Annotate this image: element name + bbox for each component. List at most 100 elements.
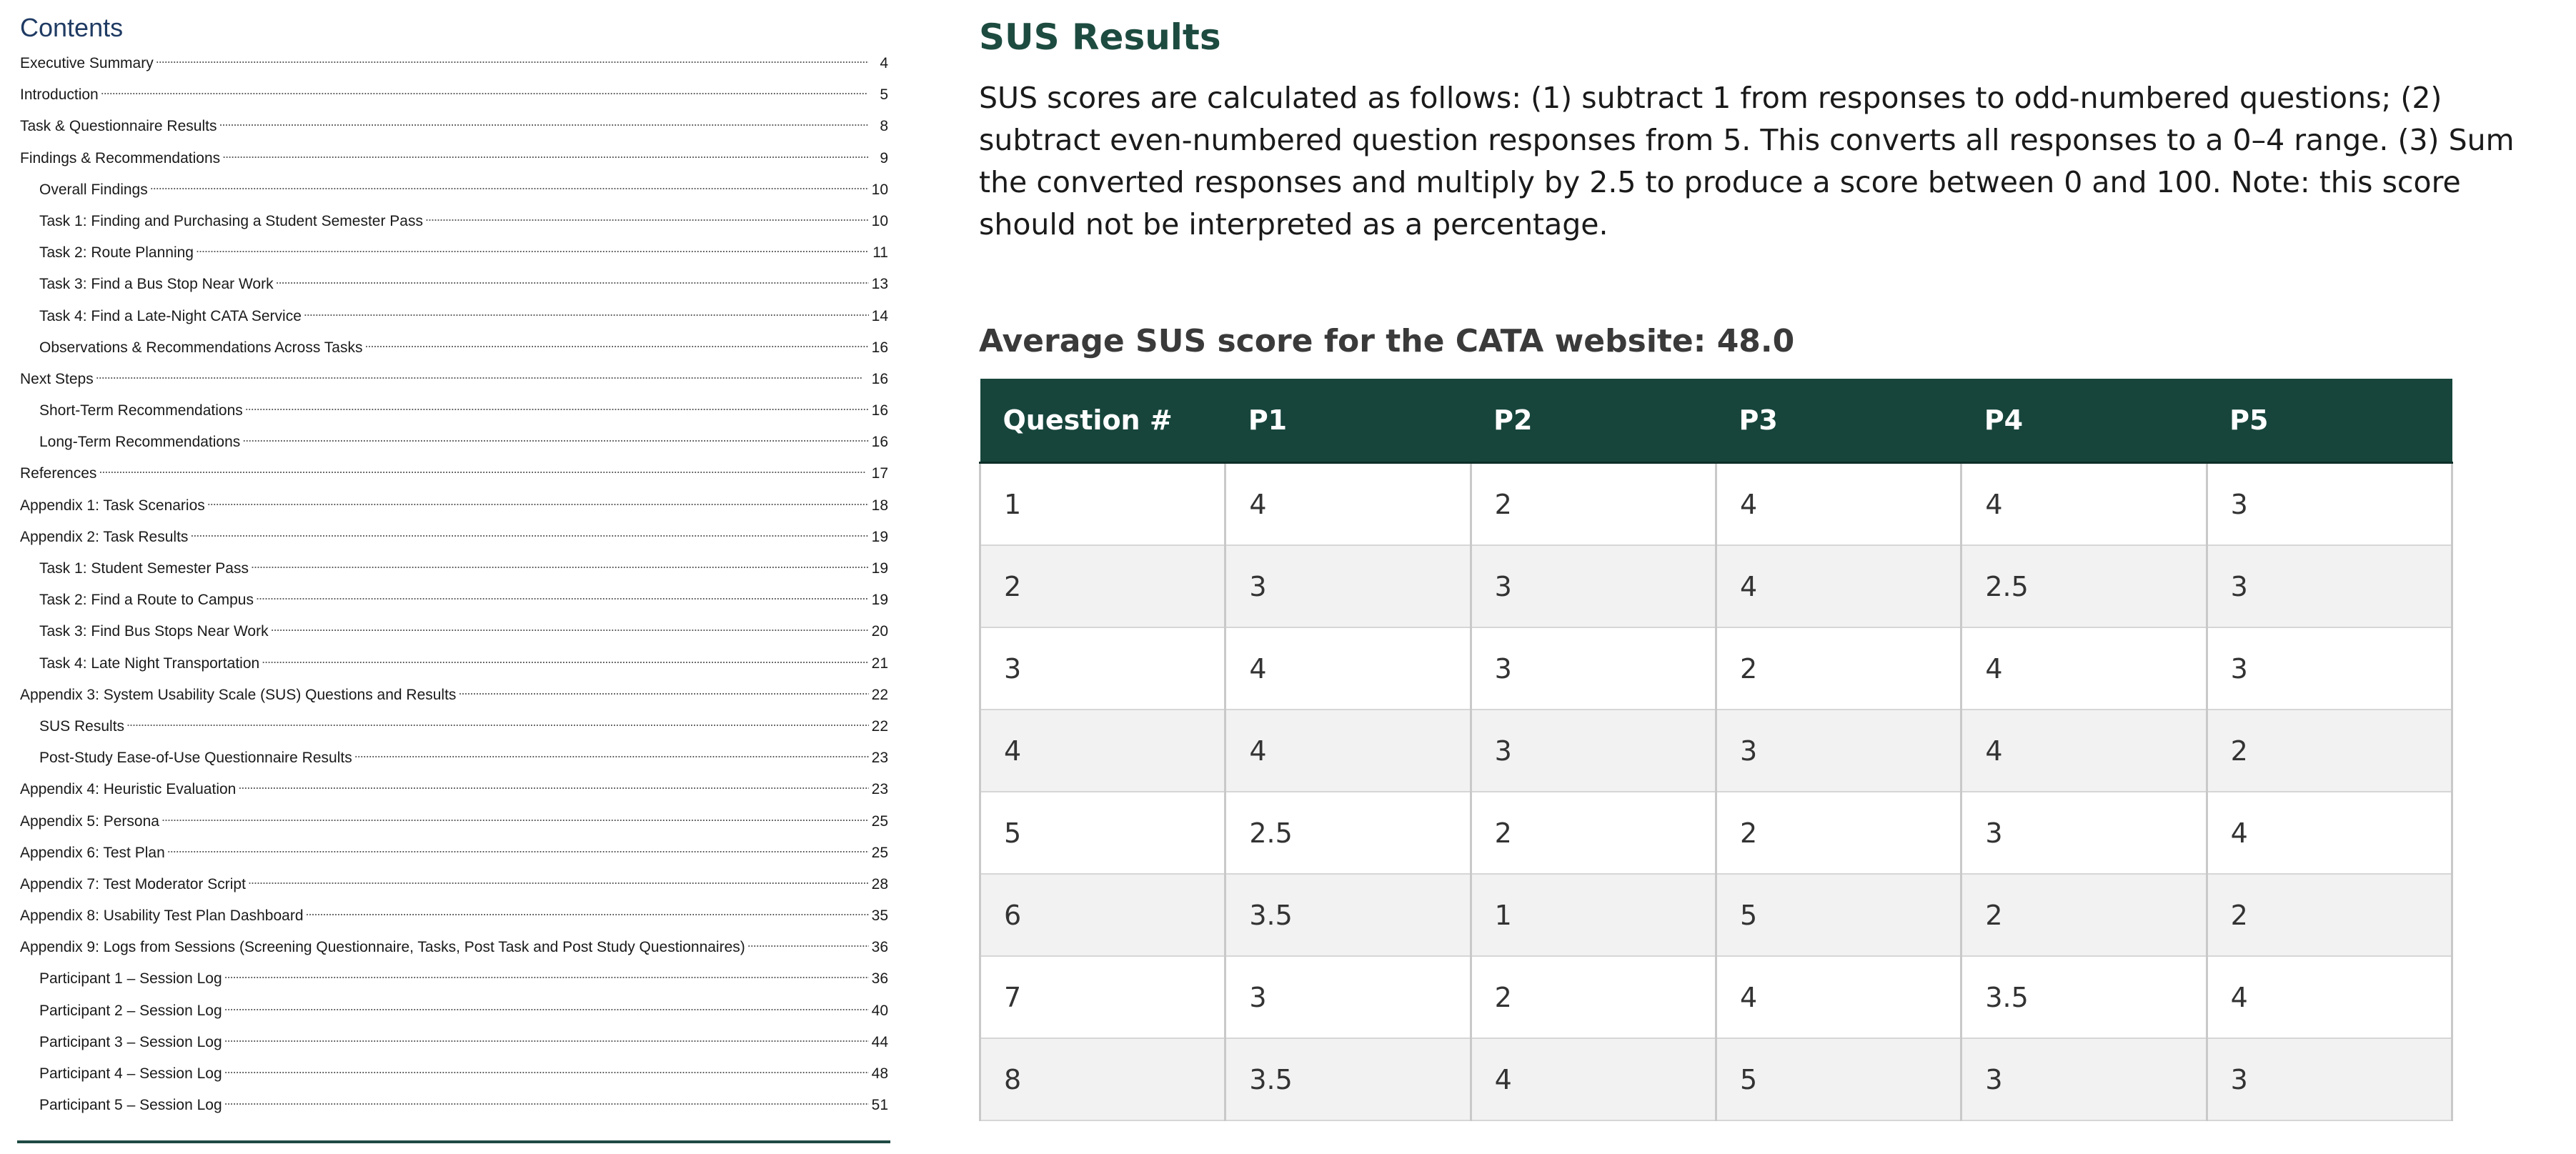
score-cell: 3 [2205, 627, 2454, 710]
toc-entry-page: 16 [871, 402, 888, 419]
toc-entry-title: Participant 3 – Session Log [39, 1033, 222, 1050]
toc-entry[interactable]: SUS Results 22 [20, 716, 888, 747]
column-header: P3 [1716, 379, 1961, 464]
toc-entry-page: 16 [871, 434, 888, 451]
toc-entry[interactable]: Participant 4 – Session Log 48 [20, 1063, 888, 1095]
table-row: 6 3.5 1 5 2 2 [978, 874, 2454, 957]
toc-entry-title: Appendix 3: System Usability Scale (SUS)… [20, 686, 457, 703]
toc-entry[interactable]: Task & Questionnaire Results 8 [20, 116, 888, 147]
question-number-cell: 3 [978, 627, 1225, 710]
toc-entry-title: Short-Term Recommendations [39, 402, 243, 419]
toc-entry[interactable]: Participant 2 – Session Log 40 [20, 1000, 888, 1032]
score-cell: 1 [1469, 874, 1716, 957]
toc-dot-leader [425, 212, 869, 227]
toc-entry-page: 36 [871, 970, 888, 988]
toc-divider [17, 1140, 890, 1143]
toc-entry-title: Introduction [20, 86, 99, 104]
column-header: P2 [1471, 379, 1716, 464]
toc-entry-title: Task 4: Find a Late-Night CATA Service [39, 307, 302, 324]
toc-entry[interactable]: Appendix 5: Persona 25 [20, 811, 888, 842]
score-cell: 5 [1714, 874, 1961, 957]
toc-entry-title: Post-Study Ease-of-Use Questionnaire Res… [39, 750, 352, 767]
toc-entry-page: 4 [880, 55, 888, 71]
toc-entry-title: Task 2: Route Planning [39, 244, 194, 262]
toc-entry-title: Task 3: Find a Bus Stop Near Work [39, 276, 274, 293]
toc-entry-page: 20 [871, 623, 888, 640]
toc-entry[interactable]: Post-Study Ease-of-Use Questionnaire Res… [20, 747, 888, 779]
score-cell: 3 [1224, 545, 1471, 628]
toc-dot-leader [224, 1096, 869, 1111]
toc-entry-page: 40 [871, 1002, 888, 1019]
toc-entry[interactable]: Participant 1 – Session Log 36 [20, 968, 888, 1000]
column-header: P1 [1225, 379, 1471, 464]
toc-entry[interactable]: Overall Findings 10 [20, 179, 888, 211]
toc-entry[interactable]: Introduction 5 [20, 84, 888, 116]
question-number-cell: 5 [978, 792, 1225, 875]
toc-entry[interactable]: Appendix 9: Logs from Sessions (Screenin… [20, 937, 888, 968]
toc-entry-title: References [20, 465, 97, 482]
toc-entry[interactable]: Long-Term Recommendations 16 [20, 432, 888, 463]
toc-entry[interactable]: Executive Summary 4 [20, 53, 888, 84]
score-cell: 2 [1960, 874, 2207, 957]
toc-entry-page: 28 [871, 875, 888, 892]
score-cell: 4 [1469, 1038, 1716, 1121]
score-cell: 4 [1224, 627, 1471, 710]
toc-entry-page: 10 [871, 212, 888, 229]
score-cell: 2 [2205, 710, 2454, 792]
score-cell: 3 [1714, 710, 1961, 792]
toc-entry-title: Task 1: Student Semester Pass [39, 560, 249, 577]
score-cell: 3.5 [1224, 1038, 1471, 1121]
toc-entry[interactable]: Next Steps 16 [20, 369, 888, 400]
score-cell: 4 [2205, 956, 2454, 1039]
toc-entry[interactable]: Appendix 3: System Usability Scale (SUS)… [20, 685, 888, 716]
table-of-contents: Contents Executive Summary 4 Introduction 5… [20, 10, 888, 1126]
toc-entry[interactable]: Task 4: Late Night Transportation 21 [20, 653, 888, 685]
toc-entry-page: 51 [871, 1097, 888, 1114]
toc-entry[interactable]: Task 1: Student Semester Pass 19 [20, 558, 888, 590]
toc-entry[interactable]: Task 1: Finding and Purchasing a Student… [20, 211, 888, 242]
toc-entry[interactable]: Appendix 8: Usability Test Plan Dashboar… [20, 905, 888, 937]
toc-list: Executive Summary 4 Introduction 5 Task & Qu… [20, 53, 888, 1126]
toc-entry-page: 25 [871, 844, 888, 861]
score-cell: 4 [1960, 462, 2207, 546]
toc-entry-title: Findings & Recommendations [20, 149, 221, 166]
toc-entry[interactable]: Appendix 4: Heuristic Evaluation 23 [20, 779, 888, 810]
toc-entry-page: 19 [871, 528, 888, 545]
toc-entry-title: Task 1: Finding and Purchasing a Student… [39, 212, 423, 229]
question-number-cell: 1 [978, 462, 1225, 546]
toc-entry[interactable]: Findings & Recommendations 9 [20, 148, 888, 179]
toc-dot-leader [101, 86, 869, 101]
toc-entry-title: Appendix 9: Logs from Sessions (Screenin… [20, 939, 745, 956]
toc-entry[interactable]: Appendix 7: Test Moderator Script 28 [20, 874, 888, 905]
toc-dot-leader [219, 117, 869, 132]
score-cell: 3 [1224, 956, 1471, 1039]
toc-entry[interactable]: Participant 3 – Session Log 44 [20, 1032, 888, 1063]
toc-entry[interactable]: References 17 [20, 463, 888, 494]
toc-entry[interactable]: Task 2: Find a Route to Campus 19 [20, 590, 888, 621]
table-row: 443342 [978, 710, 2454, 792]
toc-entry[interactable]: Task 3: Find Bus Stops Near Work 20 [20, 621, 888, 652]
toc-entry[interactable]: Task 3: Find a Bus Stop Near Work 13 [20, 274, 888, 305]
toc-entry-title: Appendix 6: Test Plan [20, 844, 165, 861]
toc-entry-page: 14 [871, 307, 888, 324]
table-row: 343243 [978, 627, 2454, 710]
toc-entry-title: Long-Term Recommendations [39, 434, 241, 451]
toc-entry[interactable]: Appendix 6: Test Plan 25 [20, 842, 888, 874]
toc-entry-page: 48 [871, 1065, 888, 1082]
toc-dot-leader [224, 1002, 869, 1017]
toc-entry[interactable]: Short-Term Recommendations 16 [20, 400, 888, 432]
score-cell: 3 [2205, 462, 2454, 546]
score-cell: 3 [1469, 627, 1716, 710]
toc-entry-title: Appendix 4: Heuristic Evaluation [20, 781, 237, 798]
toc-entry[interactable]: Appendix 2: Task Results 19 [20, 527, 888, 558]
toc-entry[interactable]: Appendix 1: Task Scenarios 18 [20, 495, 888, 527]
score-cell: 2 [1714, 627, 1961, 710]
toc-entry[interactable]: Participant 5 – Session Log 51 [20, 1095, 888, 1126]
sus-results-section: SUS Results SUS scores are calculated as… [978, 0, 2558, 1121]
toc-dot-leader [224, 1065, 869, 1080]
table-row: 2 3 3 4 2.5 3 [978, 545, 2454, 628]
toc-entry[interactable]: Observations & Recommendations Across Ta… [20, 337, 888, 369]
toc-dot-leader [161, 812, 869, 827]
toc-entry[interactable]: Task 2: Route Planning 11 [20, 242, 888, 274]
toc-entry[interactable]: Task 4: Find a Late-Night CATA Service 14 [20, 306, 888, 337]
